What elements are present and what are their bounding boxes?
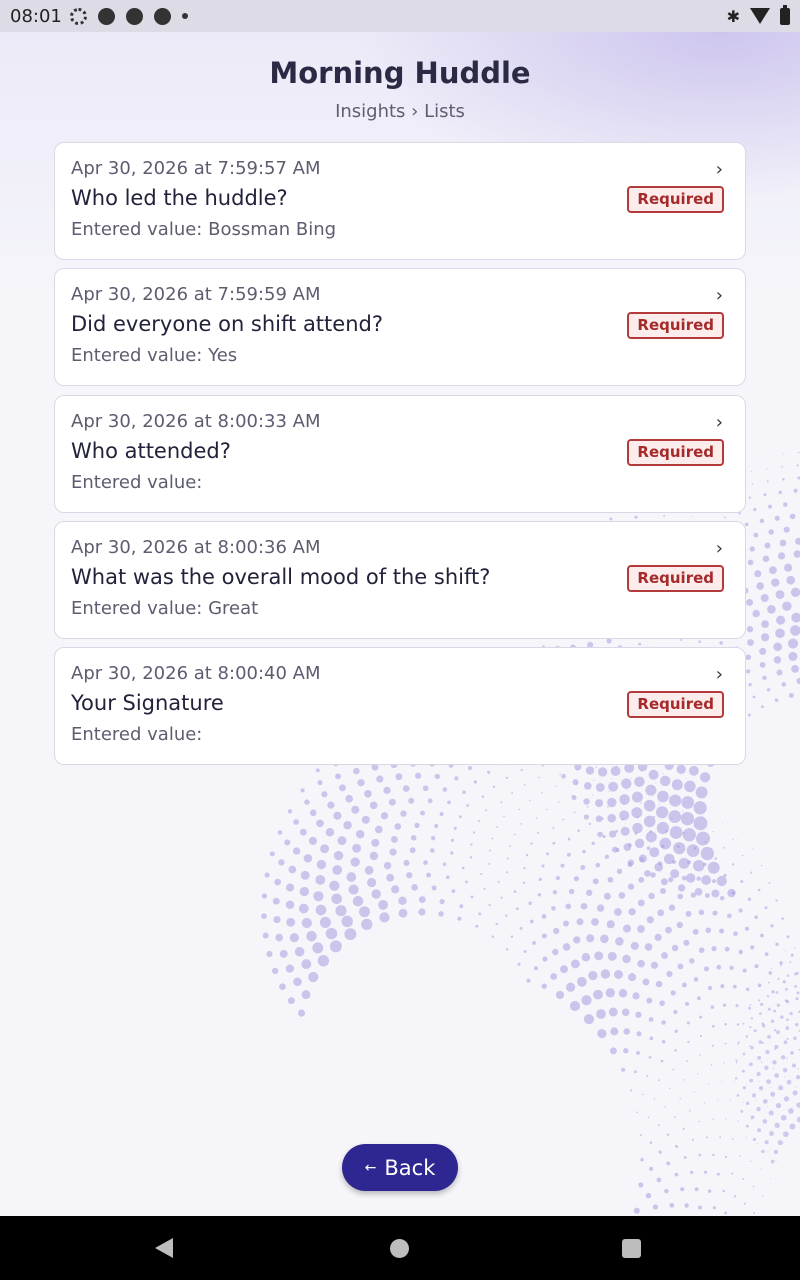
entry-timestamp: Apr 30, 2026 at 7:59:57 AM [71,158,321,179]
bluetooth-icon: ✱ [726,6,740,26]
required-badge: Required [627,565,724,592]
chevron-right-icon: › [715,285,723,306]
list-item[interactable]: Apr 30, 2026 at 7:59:59 AM Did everyone … [54,268,746,386]
entry-question: Who led the huddle? [71,186,288,210]
chevron-right-icon: › [715,159,723,180]
basketball-icon [153,7,171,25]
basketball-icon [125,7,143,25]
list-item[interactable]: Apr 30, 2026 at 7:59:57 AM Who led the h… [54,142,746,260]
chevron-right-icon: › [715,412,723,433]
entry-question: What was the overall mood of the shift? [71,565,491,589]
required-badge: Required [627,312,724,339]
page-title: Morning Huddle [269,56,531,90]
entry-value: Entered value: Great [71,598,259,619]
required-badge: Required [627,691,724,718]
list-item[interactable]: Apr 30, 2026 at 8:00:33 AM Who attended?… [54,395,746,513]
chevron-right-icon: › [715,664,723,685]
list-item[interactable]: Apr 30, 2026 at 8:00:40 AM Your Signatur… [54,647,746,765]
battery-icon [780,4,790,25]
settings-icon [69,7,87,25]
required-badge: Required [627,186,724,213]
system-navigation-bar [0,1216,800,1280]
arrow-left-icon: ← [364,1159,377,1176]
nav-home-icon[interactable] [390,1239,409,1258]
entry-timestamp: Apr 30, 2026 at 8:00:33 AM [71,411,321,432]
basketball-icon [97,7,115,25]
status-time: 08:01 [10,5,62,27]
entry-value: Entered value: Yes [71,345,238,366]
required-badge: Required [627,439,724,466]
entry-value: Entered value: [71,724,203,745]
wifi-icon [750,8,770,24]
entry-timestamp: Apr 30, 2026 at 8:00:36 AM [71,537,321,558]
status-bar: 08:01 ✱ [0,0,800,32]
entry-question: Who attended? [71,439,231,463]
back-button-label: Back [384,1155,436,1180]
breadcrumb: Insights › Lists [335,101,465,122]
nav-back-icon[interactable] [155,1238,173,1258]
entry-timestamp: Apr 30, 2026 at 7:59:59 AM [71,284,321,305]
list-item[interactable]: Apr 30, 2026 at 8:00:36 AM What was the … [54,521,746,639]
back-button[interactable]: ← Back [342,1144,458,1191]
entry-value: Entered value: Bossman Bing [71,219,337,240]
dot-icon [181,13,188,19]
nav-recents-icon[interactable] [622,1239,641,1258]
chevron-right-icon: › [715,538,723,559]
entry-question: Did everyone on shift attend? [71,312,383,336]
entry-value: Entered value: [71,472,203,493]
entry-question: Your Signature [71,691,224,715]
entry-timestamp: Apr 30, 2026 at 8:00:40 AM [71,663,321,684]
